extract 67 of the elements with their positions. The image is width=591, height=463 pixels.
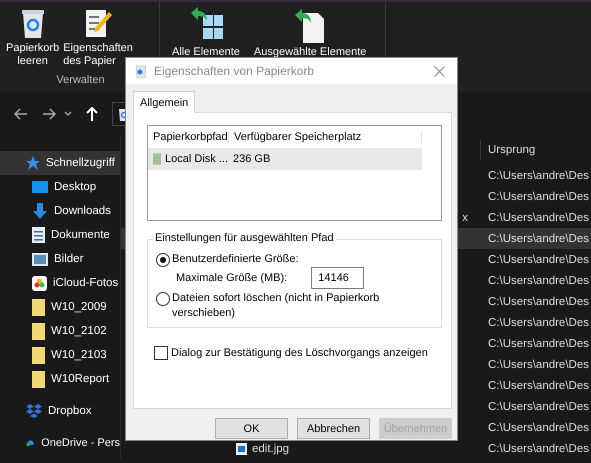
back-icon[interactable] (14, 108, 28, 120)
column-header[interactable]: Verfügbarer Speicherplatz (228, 131, 422, 143)
up-arrow-icon[interactable] (86, 106, 98, 120)
dialog-button[interactable]: OK (215, 418, 288, 439)
sidebar-item[interactable]: W10Report (0, 367, 120, 391)
folder-icon (32, 346, 45, 364)
ribbon-button[interactable]: Eigenschaften des Papier (63, 7, 133, 68)
sidebar-item[interactable]: Schnellzugriff (0, 151, 120, 175)
document-icon (32, 227, 45, 243)
picture-icon (32, 252, 48, 266)
file-origin: C:\Users\andre\Des (488, 380, 589, 392)
column-header[interactable]: Ursprung (480, 140, 542, 160)
file-origin: C:\Users\andre\Des (488, 170, 589, 182)
radio-button[interactable] (156, 292, 170, 306)
folder-icon (32, 322, 45, 340)
sidebar-item[interactable]: Dokumente (0, 223, 120, 247)
file-row[interactable]: edit.jpg C:\Users\andre\Des (121, 438, 591, 459)
sidebar-item[interactable]: Downloads (0, 199, 120, 223)
file-origin: C:\Users\andre\Des (488, 442, 589, 454)
ribbon-button[interactable]: Ausgewählte Elemente (254, 7, 366, 59)
checkbox[interactable] (154, 346, 168, 360)
size-label: Maximale Größe (MB): (176, 272, 288, 284)
sidebar-item[interactable]: Desktop (0, 175, 120, 199)
file-name: x (462, 212, 468, 224)
sidebar-item[interactable]: W10_2102 (0, 319, 120, 343)
recycle-bin-icon (135, 64, 147, 78)
size-field[interactable]: 14146 (311, 267, 364, 289)
window-title: Eigenschaften von Papierkorb (154, 64, 316, 78)
group-title: Einstellungen für ausgewählten Pfad (153, 232, 336, 244)
document-pencil-icon (83, 7, 114, 39)
column-header[interactable]: Papierkorbpfad (148, 131, 228, 143)
folder-icon (32, 370, 45, 388)
file-origin: C:\Users\andre\Des (488, 212, 589, 224)
image-file-icon (236, 442, 247, 454)
dialog-button[interactable]: Abbrechen (297, 418, 370, 439)
sidebar-item[interactable]: W10_2103 (0, 343, 120, 367)
radio-label: Benutzerdefinierte Größe: (172, 252, 300, 267)
location-row[interactable]: Local Disk ... 236 GB (148, 148, 422, 170)
radio-button[interactable] (156, 253, 170, 267)
sidebar-item[interactable]: Bilder (0, 247, 120, 271)
file-origin: C:\Users\andre\Des (488, 400, 589, 412)
photos-icon (32, 276, 47, 290)
download-icon (32, 203, 48, 219)
sidebar-item[interactable]: W10_2009 (0, 295, 120, 319)
file-origin: C:\Users\andre\Des (488, 190, 589, 202)
file-name: edit.jpg (252, 442, 290, 454)
drive-icon (153, 152, 162, 166)
sidebar-item[interactable]: OneDrive - Pers (0, 431, 120, 455)
forward-icon[interactable] (42, 108, 56, 120)
free-space: 236 GB (232, 153, 270, 165)
file-origin: C:\Users\andre\Des (488, 358, 589, 370)
ribbon-button[interactable]: Papierkorb leeren (6, 7, 60, 68)
sidebar-item[interactable]: Dropbox (0, 399, 120, 423)
checkbox-label: Dialog zur Bestätigung des Löschvorgangs anzeigen (171, 347, 428, 359)
chevron-down-icon[interactable] (64, 110, 72, 116)
ribbon-button[interactable]: Alle Elemente (172, 7, 240, 59)
location-path: Local Disk ... (165, 153, 228, 165)
close-icon[interactable] (434, 66, 445, 76)
radio-label: Dateien sofort löschen (nicht in Papierkorb verschieben) (172, 291, 380, 321)
star-icon (26, 156, 40, 170)
ribbon-group-label: Verwalten (56, 74, 105, 86)
desktop-icon (32, 180, 48, 194)
folder-icon (32, 298, 45, 316)
sidebar-item[interactable]: iCloud-Fotos (0, 271, 120, 295)
dropbox-icon (26, 404, 42, 418)
tab[interactable]: Allgemein (133, 91, 196, 113)
file-origin: C:\Users\andre\Des (488, 232, 589, 244)
